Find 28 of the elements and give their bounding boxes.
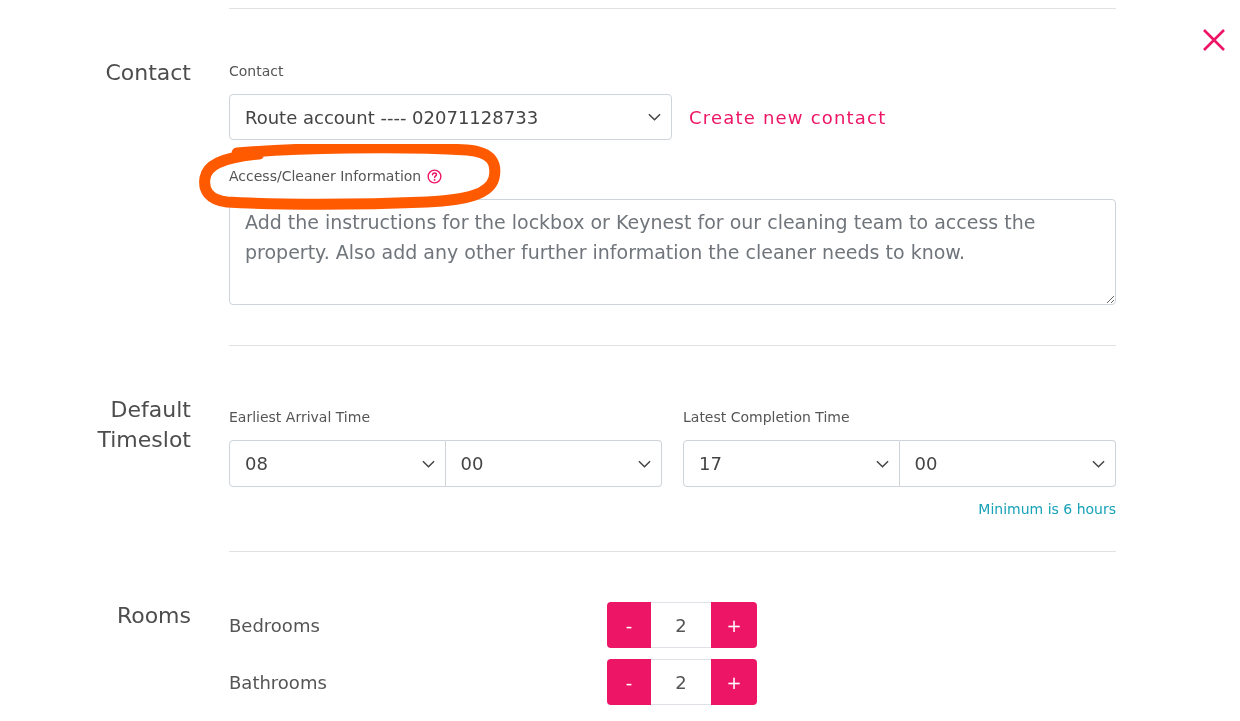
chevron-down-icon xyxy=(421,459,435,468)
help-icon[interactable] xyxy=(427,168,443,184)
create-contact-link[interactable]: Create new contact xyxy=(689,106,887,128)
chevron-down-icon xyxy=(1092,459,1105,468)
section-heading: Rooms xyxy=(116,602,191,630)
hour-select[interactable]: 08 xyxy=(229,440,446,487)
field-label: Access/Cleaner Information xyxy=(229,167,422,186)
chevron-down-icon xyxy=(648,113,661,121)
decrement-button[interactable]: - xyxy=(607,659,651,705)
room-label: Bathrooms xyxy=(229,671,328,693)
section-heading: Default Timeslot xyxy=(96,396,191,454)
hour-select[interactable]: 17 xyxy=(683,440,900,487)
decrement-button[interactable]: - xyxy=(607,602,651,648)
room-label: Bedrooms xyxy=(229,614,321,636)
increment-button[interactable]: + xyxy=(711,602,757,648)
access-info-textarea[interactable]: Add the instructions for the lockbox or Keynest for our cleaning team to access the property. Also add any other further information the cleaner needs to know. xyxy=(229,199,1116,305)
section-heading: Contact xyxy=(105,59,191,87)
field-label: Contact xyxy=(229,62,285,81)
contact-select[interactable]: Route account ---- 02071128733 xyxy=(229,94,672,140)
field-label: Latest Completion Time xyxy=(683,408,851,427)
close-icon[interactable] xyxy=(1203,29,1225,51)
field-label: Earliest Arrival Time xyxy=(229,408,371,427)
minute-select[interactable]: 00 xyxy=(445,440,662,487)
increment-button[interactable]: + xyxy=(711,659,757,705)
chevron-down-icon xyxy=(638,459,651,468)
chevron-down-icon xyxy=(875,459,889,468)
hint-text: Minimum is 6 hours xyxy=(978,500,1116,519)
minute-select[interactable]: 00 xyxy=(899,440,1116,487)
